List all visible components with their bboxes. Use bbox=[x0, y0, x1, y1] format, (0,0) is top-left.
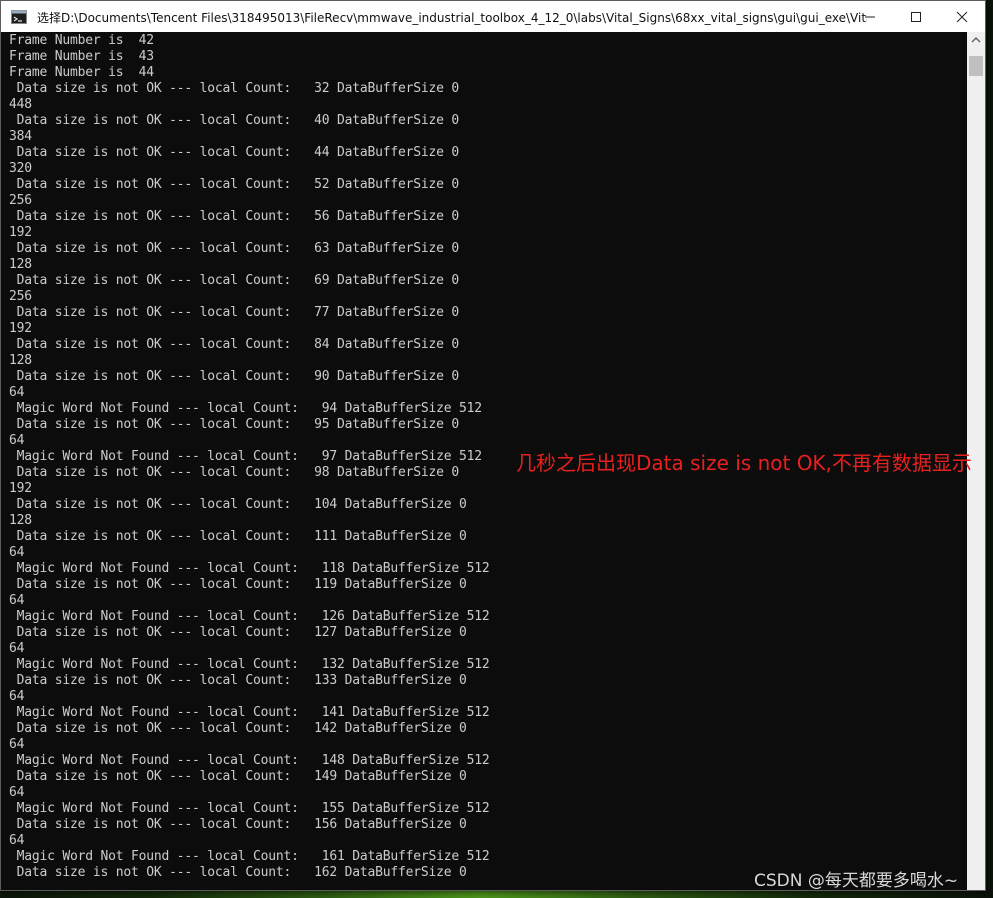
console-app-icon bbox=[11, 10, 27, 24]
close-icon bbox=[956, 11, 968, 22]
chevron-up-icon bbox=[971, 37, 981, 43]
console-line: Data size is not OK --- local Count: 133… bbox=[9, 673, 467, 688]
maximize-button[interactable] bbox=[893, 1, 939, 32]
console-line: Data size is not OK --- local Count: 111… bbox=[9, 529, 467, 544]
console-line: Magic Word Not Found --- local Count: 16… bbox=[9, 849, 490, 864]
console-line: Data size is not OK --- local Count: 56 … bbox=[9, 209, 460, 224]
console-line: 384 bbox=[9, 129, 32, 144]
console-line: 320 bbox=[9, 161, 32, 176]
console-line: Magic Word Not Found --- local Count: 97… bbox=[9, 449, 482, 464]
console-line: 64 bbox=[9, 641, 25, 656]
console-line: Magic Word Not Found --- local Count: 11… bbox=[9, 561, 490, 576]
console-line: 448 bbox=[9, 97, 32, 112]
console-line: 64 bbox=[9, 785, 25, 800]
console-line: Data size is not OK --- local Count: 142… bbox=[9, 721, 467, 736]
maximize-icon bbox=[911, 11, 921, 22]
console-line: Data size is not OK --- local Count: 32 … bbox=[9, 81, 460, 96]
console-line: Magic Word Not Found --- local Count: 13… bbox=[9, 657, 490, 672]
console-line: 128 bbox=[9, 513, 32, 528]
console-line: Magic Word Not Found --- local Count: 15… bbox=[9, 801, 490, 816]
console-line: Data size is not OK --- local Count: 156… bbox=[9, 817, 467, 832]
console-line: Data size is not OK --- local Count: 63 … bbox=[9, 241, 460, 256]
console-line: 64 bbox=[9, 689, 25, 704]
console-line: 64 bbox=[9, 545, 25, 560]
console-line: 192 bbox=[9, 321, 32, 336]
console-line: Magic Word Not Found --- local Count: 94… bbox=[9, 401, 482, 416]
minimize-icon bbox=[865, 16, 875, 17]
console-line: Frame Number is 44 bbox=[9, 65, 154, 80]
console-line: Magic Word Not Found --- local Count: 12… bbox=[9, 609, 490, 624]
console-line: Data size is not OK --- local Count: 52 … bbox=[9, 177, 460, 192]
console-line: Magic Word Not Found --- local Count: 14… bbox=[9, 705, 490, 720]
console-line: 64 bbox=[9, 833, 25, 848]
csdn-watermark: CSDN @每天都要多喝水~ bbox=[754, 871, 959, 891]
scroll-thumb[interactable] bbox=[969, 56, 983, 76]
console-line: 256 bbox=[9, 193, 32, 208]
console-line: 64 bbox=[9, 385, 25, 400]
console-line: 128 bbox=[9, 257, 32, 272]
red-annotation-note: 几秒之后出现Data size is not OK,不再有数据显示 bbox=[516, 451, 972, 475]
console-line: Data size is not OK --- local Count: 162… bbox=[9, 865, 467, 880]
console-line: Data size is not OK --- local Count: 98 … bbox=[9, 465, 460, 480]
console-line: Magic Word Not Found --- local Count: 14… bbox=[9, 753, 490, 768]
console-line: Data size is not OK --- local Count: 127… bbox=[9, 625, 467, 640]
console-line: Data size is not OK --- local Count: 149… bbox=[9, 769, 467, 784]
console-line: Data size is not OK --- local Count: 84 … bbox=[9, 337, 460, 352]
console-line: Data size is not OK --- local Count: 44 … bbox=[9, 145, 460, 160]
console-line: Data size is not OK --- local Count: 69 … bbox=[9, 273, 460, 288]
console-line: Data size is not OK --- local Count: 104… bbox=[9, 497, 467, 512]
scroll-up-button[interactable] bbox=[967, 32, 985, 48]
console-line: Data size is not OK --- local Count: 95 … bbox=[9, 417, 460, 432]
console-window: 选择D:\Documents\Tencent Files\318495013\F… bbox=[0, 0, 986, 891]
console-line: 128 bbox=[9, 353, 32, 368]
console-line: 64 bbox=[9, 433, 25, 448]
console-line: Data size is not OK --- local Count: 40 … bbox=[9, 113, 460, 128]
console-line: 64 bbox=[9, 593, 25, 608]
window-title: 选择D:\Documents\Tencent Files\318495013\F… bbox=[37, 11, 867, 25]
console-line: Frame Number is 42 bbox=[9, 33, 154, 48]
console-line: 64 bbox=[9, 737, 25, 752]
console-line: 256 bbox=[9, 289, 32, 304]
close-button[interactable] bbox=[939, 1, 985, 32]
console-line: 192 bbox=[9, 481, 32, 496]
minimize-button[interactable] bbox=[847, 1, 893, 32]
console-line: Data size is not OK --- local Count: 77 … bbox=[9, 305, 460, 320]
console-line: Frame Number is 43 bbox=[9, 49, 154, 64]
console-line: Data size is not OK --- local Count: 119… bbox=[9, 577, 467, 592]
title-bar[interactable]: 选择D:\Documents\Tencent Files\318495013\F… bbox=[1, 1, 985, 32]
console-line: Data size is not OK --- local Count: 90 … bbox=[9, 369, 460, 384]
console-line: 192 bbox=[9, 225, 32, 240]
